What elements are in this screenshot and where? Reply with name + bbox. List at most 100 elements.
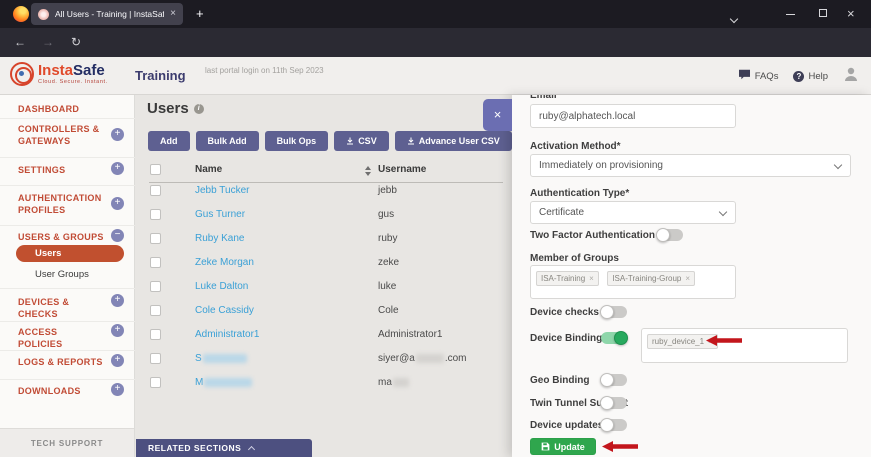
user-name-link[interactable]: Ruby Kane [195,233,244,244]
device-binding-box[interactable]: ruby_device_1× [641,328,848,363]
device-checks-toggle[interactable] [601,306,627,318]
expand-plus-icon[interactable]: + [111,128,124,141]
back-button[interactable]: ← [14,35,26,49]
username-cell: gus [378,209,394,220]
member-of-groups-label: Member of Groups [530,253,619,264]
expand-plus-icon[interactable]: + [111,197,124,210]
divider [0,185,135,186]
advance-user-csv-button[interactable]: Advance User CSV [395,131,512,151]
geo-binding-label: Geo Binding [530,375,589,386]
expand-plus-icon[interactable]: + [111,383,124,396]
geo-binding-toggle[interactable] [601,374,627,386]
username-cell: zeke [378,257,399,268]
sidebar-item-settings[interactable]: SETTINGS [18,164,104,176]
row-checkbox[interactable] [150,209,161,220]
firefox-icon[interactable] [13,6,29,22]
table-row: Zeke Morgan zeke [136,251,512,275]
user-name-link[interactable]: Zeke Morgan [195,257,254,268]
new-tab-button[interactable]: + [196,6,204,21]
update-button[interactable]: Update [530,438,596,455]
device-binding-toggle[interactable] [601,332,627,344]
user-name-link[interactable]: Luke Dalton [195,281,248,292]
user-avatar[interactable] [843,66,859,87]
bulk-add-button[interactable]: Bulk Add [196,131,259,151]
window-close-button[interactable]: × [847,6,855,21]
expand-plus-icon[interactable]: + [111,324,124,337]
chat-bubble-icon [738,69,751,83]
username-cell: luke [378,281,396,292]
row-checkbox[interactable] [150,185,161,196]
sidebar-item-access-policies[interactable]: ACCESS POLICIES [18,326,104,350]
row-checkbox[interactable] [150,377,161,388]
chevron-down-icon [719,208,727,216]
user-name-link[interactable]: Cole Cassidy [195,305,254,316]
sidebar-item-devices-checks[interactable]: DEVICES & CHECKS [18,296,104,320]
activation-method-select[interactable]: Immediately on provisioning [530,154,851,177]
window-maximize-button[interactable] [819,9,827,17]
user-name-link[interactable]: Administrator1 [195,329,259,340]
tech-support-link[interactable]: TECH SUPPORT [0,428,134,457]
column-header-username[interactable]: Username [378,164,426,175]
row-checkbox[interactable] [150,233,161,244]
two-factor-toggle[interactable] [657,229,683,241]
sidebar-item-dashboard[interactable]: DASHBOARD [18,103,104,115]
device-binding-label: Device Binding [530,333,602,344]
user-name-link[interactable]: Gus Turner [195,209,245,220]
sidebar-item-user-groups[interactable]: User Groups [35,269,89,280]
bulk-ops-button[interactable]: Bulk Ops [265,131,329,151]
add-button[interactable]: Add [148,131,190,151]
instasafe-favicon-icon [38,9,49,20]
tag-remove-icon[interactable]: × [589,274,594,283]
divider [0,225,135,226]
sidebar-item-users-groups[interactable]: USERS & GROUPS [18,231,104,243]
device-updates-label: Device updates [530,420,603,431]
expand-plus-icon[interactable]: + [111,294,124,307]
user-name-link[interactable]: M [195,377,253,388]
browser-tab[interactable]: All Users - Training | InstaSafe × [31,3,183,25]
table-row: Administrator1 Administrator1 [136,323,512,347]
row-checkbox[interactable] [150,305,161,316]
window-minimize-button[interactable] [786,14,795,15]
annotation-arrow-device-tag [706,335,742,346]
row-checkbox[interactable] [150,329,161,340]
info-icon[interactable]: i [194,104,204,114]
related-sections-bar[interactable]: RELATED SECTIONS [136,439,312,457]
member-groups-box[interactable]: ISA-Training× ISA-Training-Group× [530,265,736,299]
row-checkbox[interactable] [150,353,161,364]
device-updates-toggle[interactable] [601,419,627,431]
twin-tunnel-toggle[interactable] [601,397,627,409]
csv-download-button[interactable]: CSV [334,131,389,151]
tab-close-icon[interactable]: × [170,9,176,19]
faqs-button[interactable]: FAQs [738,69,779,83]
instasafe-swirl-icon [10,62,34,86]
row-checkbox[interactable] [150,281,161,292]
authentication-type-select[interactable]: Certificate [530,201,736,224]
table-row: Gus Turner gus [136,203,512,227]
help-button[interactable]: ? Help [793,71,828,82]
portal-title: Training [135,68,186,83]
select-all-checkbox[interactable] [150,164,161,175]
sidebar-item-logs-reports[interactable]: LOGS & REPORTS [18,356,104,368]
table-row: Ruby Kane ruby [136,227,512,251]
sidebar-item-downloads[interactable]: DOWNLOADS [18,385,104,397]
annotation-arrow-update [602,441,638,452]
panel-close-button[interactable]: × [483,99,512,131]
column-header-name[interactable]: Name [195,164,222,175]
sidebar-item-authentication-profiles[interactable]: AUTHENTICATION PROFILES [18,192,104,216]
expand-plus-icon[interactable]: + [111,354,124,367]
sidebar-item-controllers-gateways[interactable]: CONTROLLERS & GATEWAYS [18,123,104,147]
tag-remove-icon[interactable]: × [685,274,690,283]
row-checkbox[interactable] [150,257,161,268]
list-tabs-chevron-icon[interactable] [731,9,737,27]
forward-button[interactable]: → [42,35,54,49]
email-field[interactable]: ruby@alphatech.local [530,104,736,128]
redacted-blur [393,378,409,387]
sort-icon[interactable] [365,166,372,177]
username-cell: ma [378,377,410,388]
collapse-minus-icon[interactable]: − [111,229,124,242]
sidebar-item-users-active[interactable]: Users [16,245,124,262]
user-name-link[interactable]: Jebb Tucker [195,185,249,196]
user-name-link[interactable]: S [195,353,248,364]
reload-button[interactable]: ↻ [71,35,81,49]
expand-plus-icon[interactable]: + [111,162,124,175]
